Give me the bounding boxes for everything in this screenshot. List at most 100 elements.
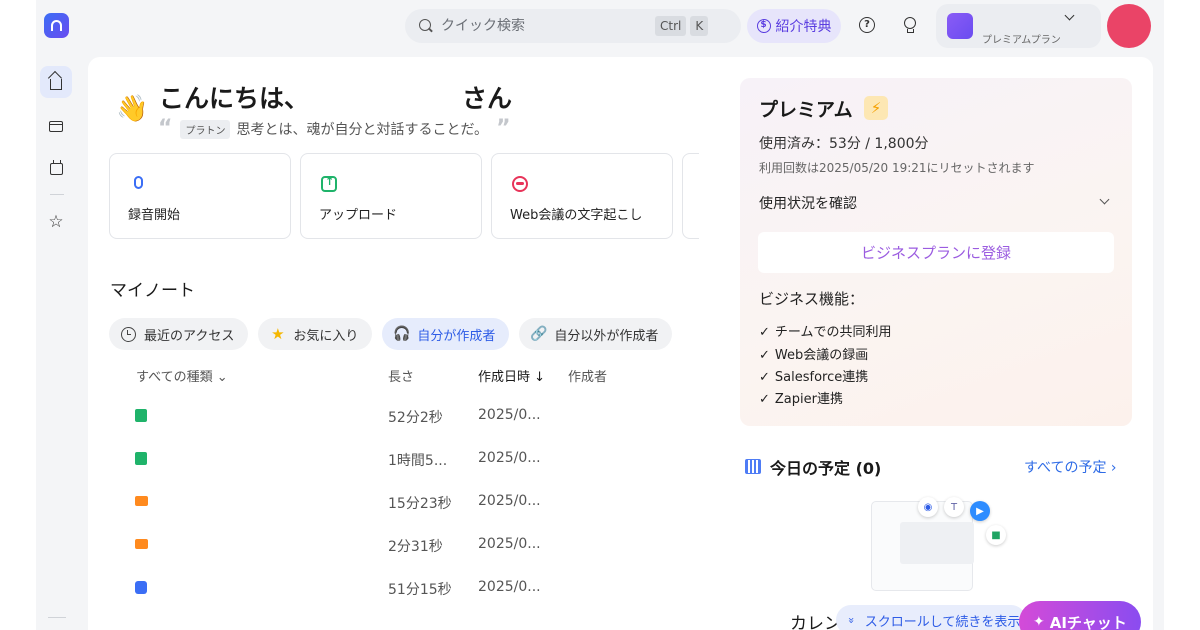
filter-recent[interactable]: 最近のアクセス bbox=[109, 318, 249, 350]
referral-label: 紹介特典 bbox=[775, 19, 832, 35]
feature-item: ✓ チームでの共同利用 bbox=[759, 321, 892, 340]
table-row[interactable]: 1時間5... 2025/0... bbox=[88, 438, 708, 481]
calendar-icon bbox=[745, 459, 761, 474]
webex-icon: ◉ bbox=[918, 497, 938, 517]
sidebar-divider bbox=[50, 194, 64, 195]
daily-quote: “ プラトン 思考とは、魂が自分と対話することだ。 ” bbox=[158, 116, 511, 141]
logo-glyph bbox=[51, 20, 62, 31]
record-button[interactable]: 録音開始 bbox=[109, 153, 291, 239]
filter-created-by-others-label: 自分以外が作成者 bbox=[554, 328, 659, 344]
search-input[interactable] bbox=[441, 18, 621, 34]
audio-file-icon bbox=[135, 452, 147, 465]
home-icon bbox=[50, 78, 62, 90]
scroll-hint-label: スクロールして続きを表示 bbox=[864, 614, 1021, 630]
double-chevron-icon: » bbox=[844, 616, 858, 624]
row-length: 51分15秒 bbox=[388, 582, 452, 598]
ai-chat-label: AIチャット bbox=[1049, 613, 1127, 630]
premium-title: プレミアム bbox=[759, 99, 853, 121]
column-type-filter[interactable]: すべての種類 ⌄ bbox=[136, 366, 228, 385]
row-date: 2025/0... bbox=[478, 450, 541, 466]
check-icon: ✓ bbox=[759, 392, 770, 407]
table-row[interactable]: 51分15秒 2025/0... bbox=[88, 567, 708, 610]
sidebar-item-calendar[interactable] bbox=[40, 153, 72, 185]
table-row[interactable]: 52分2秒 2025/0... bbox=[88, 395, 708, 438]
check-icon: ✓ bbox=[759, 348, 770, 363]
shortcut-key-ctrl: Ctrl bbox=[655, 16, 687, 36]
business-features-title: ビジネス機能： bbox=[759, 290, 865, 308]
mic-icon bbox=[134, 176, 143, 189]
sidebar-item-folders[interactable] bbox=[40, 110, 72, 142]
web-meeting-label: Web会議の文字起こし bbox=[510, 208, 643, 223]
voice-file-icon bbox=[135, 581, 147, 594]
filter-recent-label: 最近のアクセス bbox=[144, 328, 235, 344]
table-row[interactable]: 2分31秒 2025/0... bbox=[88, 524, 708, 567]
row-length: 2分31秒 bbox=[388, 539, 443, 555]
web-meeting-button[interactable]: Web会議の文字起こし bbox=[491, 153, 673, 239]
check-icon: ✓ bbox=[759, 370, 770, 385]
table-row[interactable]: 15分23秒 2025/0... bbox=[88, 481, 708, 524]
upload-button[interactable]: アップロード bbox=[300, 153, 482, 239]
sidebar-item-favorites[interactable]: ☆ bbox=[40, 206, 72, 238]
row-date: 2025/0... bbox=[478, 493, 541, 509]
user-avatar[interactable] bbox=[1107, 4, 1151, 48]
calendar-icon bbox=[49, 160, 63, 175]
check-usage-toggle[interactable]: 使用状況を確認 bbox=[759, 193, 857, 213]
feature-item: ✓ Salesforce連携 bbox=[759, 366, 868, 385]
row-date: 2025/0... bbox=[478, 579, 541, 595]
row-length: 1時間5... bbox=[388, 453, 448, 469]
calendar-heading: カレン bbox=[790, 614, 841, 630]
record-label: 録音開始 bbox=[128, 208, 181, 223]
open-quote-icon: “ bbox=[158, 116, 173, 141]
column-author[interactable]: 作成者 bbox=[568, 366, 607, 385]
feature-label: Web会議の録画 bbox=[774, 348, 869, 363]
star-icon: ☆ bbox=[48, 212, 64, 232]
more-action-card[interactable] bbox=[682, 153, 699, 239]
filter-favorites-label: お気に入り bbox=[293, 328, 359, 344]
quick-search[interactable]: Ctrl K bbox=[405, 9, 741, 43]
usage-text: 使用済み：53分 / 1,800分 bbox=[759, 136, 929, 152]
filter-created-by-me-label: 自分が作成者 bbox=[417, 328, 496, 344]
feature-label: チームでの共同利用 bbox=[774, 325, 892, 340]
lightbulb-icon[interactable] bbox=[902, 17, 918, 33]
feature-item: ✓ Zapier連携 bbox=[759, 388, 843, 407]
filter-favorites[interactable]: ★ お気に入り bbox=[258, 318, 373, 350]
close-quote-icon: ” bbox=[496, 116, 511, 141]
notta-logo[interactable] bbox=[44, 13, 69, 38]
greeting-text: こんにちは、 bbox=[159, 84, 310, 113]
greeting-suffix: さん bbox=[462, 84, 513, 113]
zoom-icon: ▶ bbox=[970, 501, 990, 521]
audio-file-icon bbox=[135, 409, 147, 422]
google-meet-icon: ■ bbox=[986, 525, 1006, 545]
plan-label: プレミアムプラン bbox=[982, 35, 1061, 46]
reset-text: 利用回数は2025/05/20 19:21にリセットされます bbox=[759, 161, 1035, 175]
clock-icon bbox=[121, 326, 136, 342]
sidebar-item-home[interactable] bbox=[40, 66, 72, 98]
shortcut-key-k: K bbox=[690, 16, 709, 36]
business-plan-button[interactable]: ビジネスプランに登録 bbox=[758, 232, 1114, 273]
wave-hand-icon: 👋 bbox=[116, 94, 149, 124]
filter-created-by-me[interactable]: 🎧 自分が作成者 bbox=[382, 318, 510, 350]
feature-label: Salesforce連携 bbox=[774, 370, 869, 385]
check-icon: ✓ bbox=[759, 325, 770, 340]
filter-created-by-others[interactable]: 🔗 自分以外が作成者 bbox=[519, 318, 673, 350]
referral-button[interactable]: $ 紹介特典 bbox=[747, 9, 841, 43]
column-created-date[interactable]: 作成日時 ↓ bbox=[478, 366, 545, 385]
ai-chat-button[interactable]: ✦ AIチャット bbox=[1019, 601, 1141, 630]
workspace-avatar bbox=[947, 13, 973, 39]
teams-icon: T bbox=[944, 497, 964, 517]
quote-text: 思考とは、魂が自分と対話することだ。 bbox=[236, 122, 489, 138]
video-file-icon bbox=[135, 539, 148, 549]
video-window-placeholder bbox=[900, 522, 974, 564]
search-icon bbox=[419, 19, 433, 33]
all-schedule-link[interactable]: すべての予定 › bbox=[1024, 457, 1117, 477]
feature-label: Zapier連携 bbox=[774, 392, 843, 407]
column-length[interactable]: 長さ bbox=[388, 366, 414, 385]
premium-panel: プレミアム ⚡ 使用済み：53分 / 1,800分 利用回数は2025/05/2… bbox=[740, 78, 1132, 426]
scroll-hint-button[interactable]: » スクロールして続きを表示 bbox=[836, 605, 1026, 630]
chevron-down-icon[interactable] bbox=[1099, 194, 1110, 205]
help-icon[interactable]: ? bbox=[859, 17, 875, 33]
feature-item: ✓ Web会議の録画 bbox=[759, 344, 868, 363]
link-icon: 🔗 bbox=[530, 326, 548, 342]
upload-icon bbox=[321, 175, 337, 192]
workspace-switcher[interactable]: プレミアムプラン bbox=[936, 4, 1101, 48]
